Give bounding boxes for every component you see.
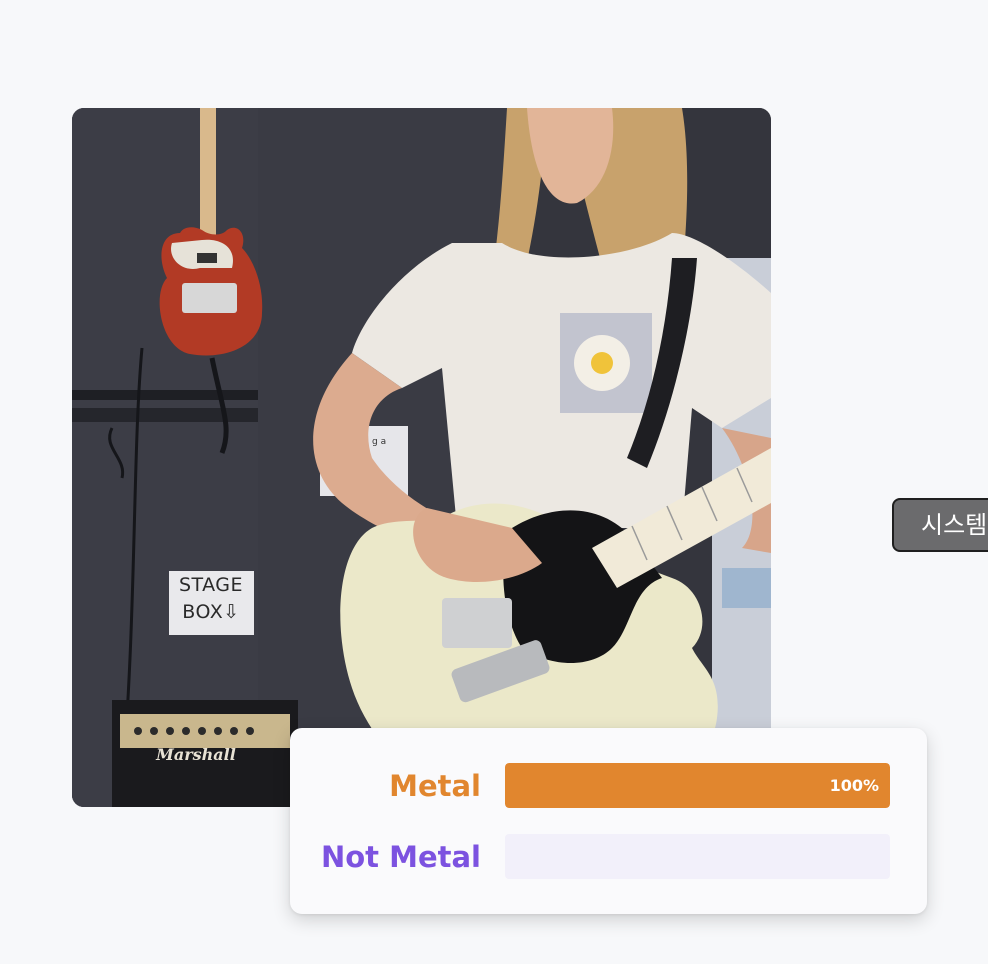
classification-card: Metal 100% Not Metal: [290, 728, 927, 914]
result-row-not-metal: Not Metal: [290, 834, 927, 880]
page: STAGE BOX⇩ g a Marshall Metal 100% Not M…: [0, 0, 988, 964]
result-label-metal: Metal: [389, 769, 481, 803]
stage-sign-line1: STAGE: [179, 574, 243, 596]
amp-brand: Marshall: [155, 745, 236, 764]
confidence-bar-not-metal: [505, 834, 890, 879]
wall-note: g a: [372, 437, 386, 447]
result-label-not-metal: Not Metal: [320, 840, 481, 874]
stage-sign-line2: BOX⇩: [182, 601, 239, 623]
system-button[interactable]: 시스템: [892, 498, 988, 552]
amplifier: Marshall: [112, 700, 298, 807]
guitarist-scene: STAGE BOX⇩ g a Marshall: [72, 108, 771, 807]
result-row-metal: Metal 100%: [290, 763, 927, 809]
confidence-percent-metal: 100%: [829, 776, 879, 795]
video-frame: STAGE BOX⇩ g a Marshall: [72, 108, 771, 807]
confidence-bar-metal: 100%: [505, 763, 890, 808]
